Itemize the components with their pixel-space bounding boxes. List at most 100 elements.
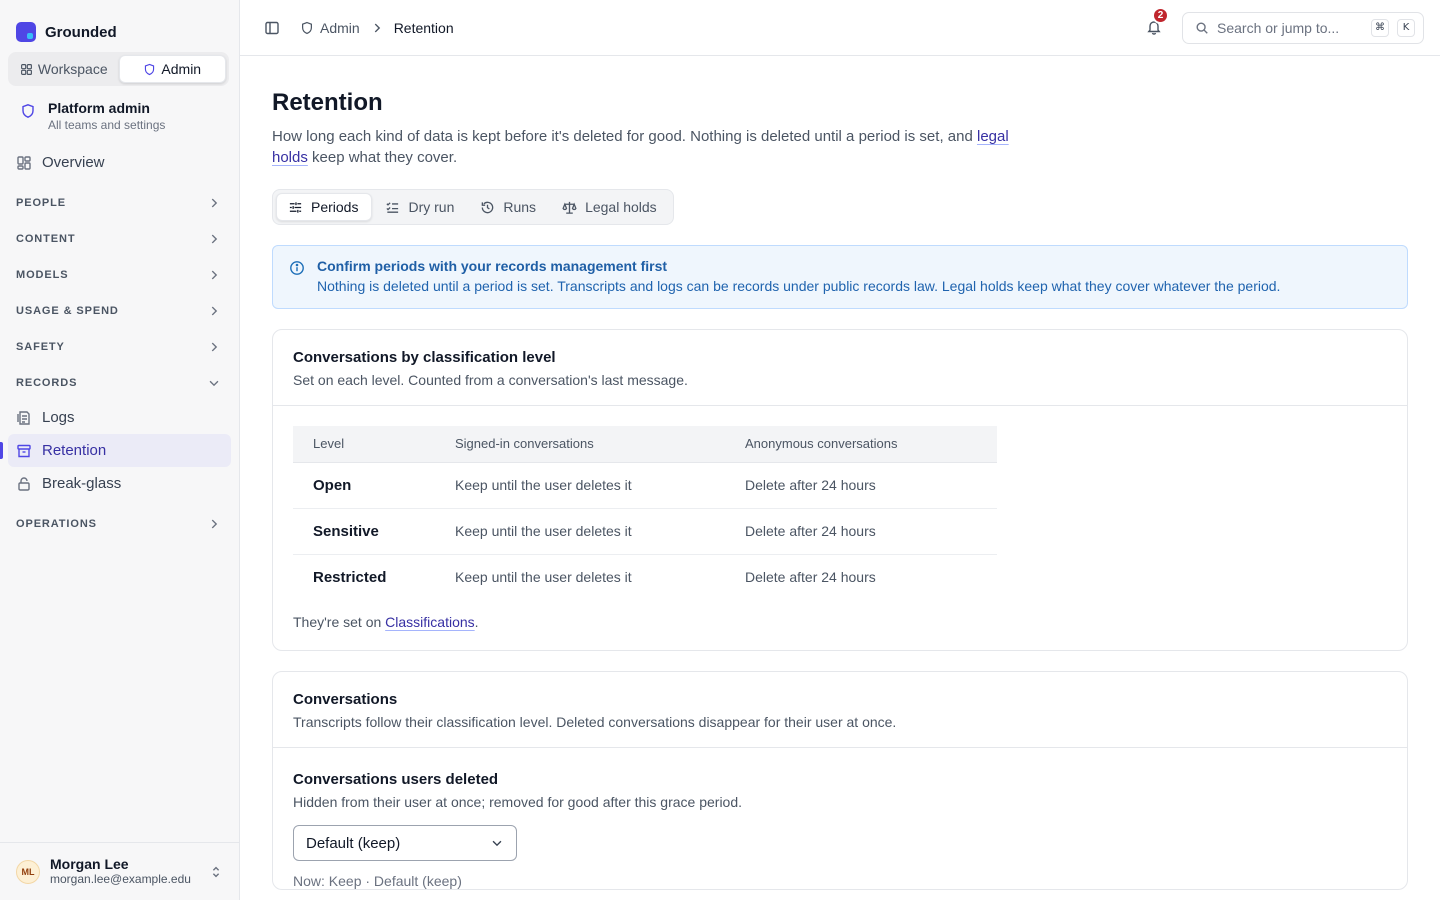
logs-icon [17,410,30,425]
nav-item-overview[interactable]: Overview [8,146,231,179]
search-placeholder: Search or jump to... [1217,19,1340,36]
brand-name: Grounded [45,23,117,41]
history-icon [482,201,494,213]
user-menu[interactable]: ML Morgan Lee morgan.lee@example.edu [0,842,239,900]
tab-runs[interactable]: Runs [469,193,549,221]
card-title: Conversations by classification level [293,349,556,366]
nav-item-label: Logs [42,409,75,426]
breadcrumb-admin-label: Admin [320,19,360,36]
tab-label: Periods [311,199,359,215]
select-value: Default (keep) [306,834,401,852]
classification-footer: They're set on Classifications. [293,614,1387,630]
shortcut-key: K [1397,18,1415,37]
nav-section-models[interactable]: MODELS [0,257,239,293]
checklist-icon [386,201,399,213]
workspace-mode-button[interactable]: Workspace [11,55,117,83]
nav-section-usage-spend[interactable]: USAGE & SPEND [0,293,239,329]
anonymous-cell: Delete after 24 hours [745,569,876,586]
nav-section-operations[interactable]: OPERATIONS [0,506,239,542]
signed-in-cell: Keep until the user deletes it [455,569,632,586]
table-row: Open Keep until the user deletes it Dele… [293,462,997,509]
chevron-right-icon [211,270,218,280]
breadcrumb-current: Retention [393,19,454,36]
tab-label: Runs [503,199,537,215]
tab-dry-run[interactable]: Dry run [374,193,467,221]
nav-item-retention[interactable]: Retention [0,434,231,467]
nav-section-label: CONTENT [16,233,76,245]
brand[interactable]: Grounded [0,0,239,46]
nav-section-label: USAGE & SPEND [16,305,119,317]
chevron-right-icon [211,198,218,208]
alert-body: Nothing is deleted until a period is set… [317,278,1281,294]
current-setting-text: Now: Keep · Default (keep) [293,873,462,889]
topbar: Admin Retention 2 Search or jump to... ⌘… [240,0,1440,56]
level-cell: Sensitive [293,508,435,555]
page-description-text: keep what they cover. [307,149,458,166]
scales-icon [562,201,577,214]
user-email: morgan.lee@example.edu [50,872,191,886]
shield-icon [145,63,155,75]
conversations-card: Conversations Transcripts follow their c… [272,671,1408,890]
nav-item-break-glass[interactable]: Break-glass [8,467,231,500]
grid-icon [20,63,32,75]
mode-switch: Workspace Admin [8,52,229,86]
scope-subtitle: All teams and settings [48,118,166,132]
page-description: How long each kind of data is kept befor… [272,126,1032,168]
nav-section-label: SAFETY [16,341,65,353]
breadcrumb-admin[interactable]: Admin [300,20,360,36]
chevron-right-icon [211,519,218,529]
nav-item-label: Overview [42,154,105,171]
nav-section-people[interactable]: PEOPLE [0,185,239,221]
nav-section-label: MODELS [16,269,69,281]
alert-title: Confirm periods with your records manage… [317,258,668,274]
chevron-down-icon [209,380,219,387]
breadcrumb: Admin Retention [300,20,454,36]
admin-mode-button[interactable]: Admin [118,55,226,83]
nav-item-label: Break-glass [42,475,122,492]
anonymous-cell: Delete after 24 hours [725,462,997,509]
nav-section-records[interactable]: RECORDS [0,365,239,401]
tab-legal-holds[interactable]: Legal holds [551,193,670,221]
nav-section-label: PEOPLE [16,197,67,209]
nav-section-label: OPERATIONS [16,518,97,530]
brand-logo [16,22,36,42]
shield-icon [22,104,34,118]
lock-icon [18,476,30,491]
footer-text: They're set on [293,614,386,630]
page-description-text: How long each kind of data is kept befor… [272,128,977,145]
nav-item-logs[interactable]: Logs [8,401,231,434]
nav-section-label: RECORDS [16,377,78,389]
admin-mode-label: Admin [161,61,202,77]
column-header-anonymous: Anonymous conversations [725,426,997,463]
level-cell: Open [293,462,435,509]
level-cell: Restricted [313,568,387,586]
search-input[interactable]: Search or jump to... ⌘ K [1182,11,1424,44]
user-name: Morgan Lee [50,856,129,872]
sidebar-toggle-icon[interactable] [264,20,280,36]
shield-icon [302,21,312,34]
nav-section-content[interactable]: CONTENT [0,221,239,257]
classification-table: Level Signed-in conversations Anonymous … [293,426,997,600]
nav-item-label: Retention [42,442,107,459]
grace-period-select[interactable]: Default (keep) [293,825,517,861]
signed-in-cell: Keep until the user deletes it [435,462,725,509]
workspace-mode-label: Workspace [37,61,108,77]
scope-selector[interactable]: Platform admin All teams and settings [0,86,239,144]
table-row: Restricted Keep until the user deletes i… [293,554,997,600]
tab-label: Dry run [408,199,455,215]
notifications-button[interactable]: 2 [1146,6,1169,37]
chevron-right-icon [211,234,218,244]
table-row: Sensitive Keep until the user deletes it… [293,508,997,555]
scope-title: Platform admin [48,100,150,116]
nav-section-safety[interactable]: SAFETY [0,329,239,365]
tab-periods[interactable]: Periods [276,193,373,221]
chevron-right-icon [374,23,380,32]
card-title: Conversations [293,691,398,708]
classifications-link[interactable]: Classifications [385,614,474,630]
deleted-conversations-subtitle: Hidden from their user at once; removed … [293,794,743,810]
avatar: ML [16,859,40,884]
chevron-right-icon [211,342,218,352]
page-title: Retention [272,89,383,116]
archive-icon [17,444,31,457]
card-subtitle: Transcripts follow their classification … [293,714,897,730]
